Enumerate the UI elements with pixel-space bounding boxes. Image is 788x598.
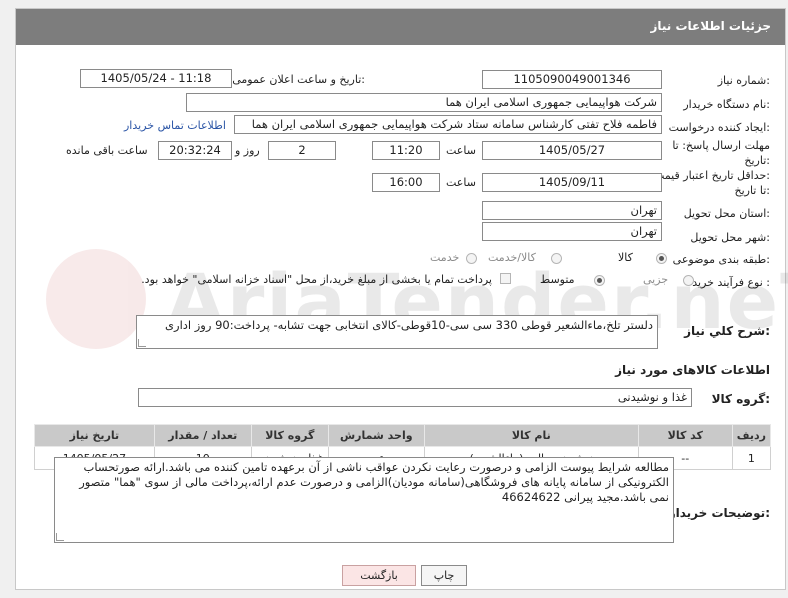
goods-section-title: اطلاعات کالاهای مورد نیاز — [615, 363, 770, 377]
category-label: طبقه بندی موضوعی: — [672, 253, 770, 266]
col-unit: واحد شمارش — [327, 424, 425, 447]
buyer-label: نام دستگاه خریدار: — [683, 98, 770, 111]
need-number-field[interactable]: 1105090049001346 — [482, 70, 662, 89]
cell-row: 1 — [731, 446, 772, 470]
col-quantity: تعداد / مقدار — [153, 424, 252, 447]
col-group: گروه کالا — [250, 424, 329, 447]
city-field[interactable]: تهران — [482, 222, 662, 241]
col-need-date: تاریخ نیاز — [34, 424, 155, 447]
city-label: شهر محل تحویل: — [690, 231, 770, 244]
deadline-label: مهلت ارسال پاسخ: تا — [672, 139, 770, 152]
goods-group-label: گروه کالا: — [711, 392, 770, 406]
col-name: نام کالا — [423, 424, 639, 447]
validity-time-label: ساعت — [446, 176, 476, 189]
category-option-goods-service: کالا/خدمت — [488, 251, 536, 264]
category-radio-goods-service[interactable] — [551, 253, 562, 264]
province-field[interactable]: تهران — [482, 201, 662, 220]
process-option-minor: جزیی — [643, 273, 669, 286]
description-label: شرح کلي نياز: — [684, 324, 770, 338]
category-option-service: خدمت — [430, 251, 460, 264]
watermark-logo-icon — [46, 249, 146, 349]
process-radio-minor[interactable] — [683, 275, 694, 286]
days-label: روز و — [235, 144, 260, 157]
validity-label-2: تا تاریخ: — [734, 184, 770, 197]
description-text: دلستر تلخ،ماءالشعیر قوطی 330 سی سی-10قوط… — [165, 318, 653, 332]
process-label: نوع فرآیند خرید : — [692, 276, 770, 289]
back-button[interactable]: بازگشت — [342, 565, 416, 586]
description-textarea[interactable]: دلستر تلخ،ماءالشعیر قوطی 330 سی سی-10قوط… — [136, 315, 658, 349]
buyer-field[interactable]: شرکت هواپیمایی جمهوری اسلامی ایران هما — [186, 93, 662, 112]
category-radio-service[interactable] — [466, 253, 477, 264]
details-panel: جزئیات اطلاعات نیاز AriaTender.neT شماره… — [15, 8, 788, 590]
deadline-time-field[interactable]: 11:20 — [372, 141, 440, 160]
remaining-time-field[interactable]: 20:32:24 — [158, 141, 232, 160]
treasury-note: پرداخت تمام یا بخشی از مبلغ خرید،از محل … — [141, 273, 492, 286]
goods-table-header: ردیف کد کالا نام کالا واحد شمارش گروه کا… — [34, 424, 772, 447]
deadline-time-label: ساعت — [446, 144, 476, 157]
validity-label: حداقل تاریخ اعتبار قیمت: — [654, 169, 770, 182]
process-radio-medium[interactable] — [594, 275, 605, 286]
creator-label: ایجاد کننده درخواست: — [668, 121, 770, 134]
deadline-label-2: تاریخ: — [744, 154, 770, 167]
remaining-label: ساعت باقی مانده — [66, 144, 148, 157]
panel-header: جزئیات اطلاعات نیاز — [16, 9, 785, 45]
category-option-goods: کالا — [618, 251, 633, 264]
deadline-date-field[interactable]: 1405/05/27 — [482, 141, 662, 160]
province-label: استان محل تحویل: — [683, 207, 770, 220]
category-radio-goods[interactable] — [656, 253, 667, 264]
creator-field[interactable]: فاطمه فلاح تفتی کارشناس سامانه ستاد شرکت… — [234, 115, 662, 134]
buyer-notes-textarea[interactable]: مطالعه شرایط پیوست الزامی و درصورت رعایت… — [54, 457, 674, 543]
resize-grip-icon[interactable] — [138, 339, 146, 347]
process-option-medium: متوسط — [540, 273, 575, 286]
col-code: کد کالا — [637, 424, 733, 447]
validity-date-field[interactable]: 1405/09/11 — [482, 173, 662, 192]
buyer-contact-link[interactable]: اطلاعات تماس خریدار — [124, 119, 226, 132]
buyer-notes-label: توضیحات خریدار: — [668, 506, 770, 520]
print-button[interactable]: چاپ — [421, 565, 467, 586]
buyer-notes-text: مطالعه شرایط پیوست الزامی و درصورت رعایت… — [79, 460, 669, 504]
col-row: ردیف — [731, 424, 772, 447]
need-number-label: شماره نیاز: — [717, 74, 770, 87]
announce-label: تاریخ و ساعت اعلان عمومی: — [232, 73, 365, 86]
goods-group-field[interactable]: غذا و نوشیدنی — [138, 388, 692, 407]
page-title: جزئیات اطلاعات نیاز — [650, 19, 771, 33]
validity-time-field[interactable]: 16:00 — [372, 173, 440, 192]
deadline-days-field[interactable]: 2 — [268, 141, 336, 160]
resize-grip-icon[interactable] — [56, 533, 64, 541]
announce-field[interactable]: 1405/05/24 - 11:18 — [80, 69, 232, 88]
treasury-checkbox[interactable] — [500, 273, 511, 284]
